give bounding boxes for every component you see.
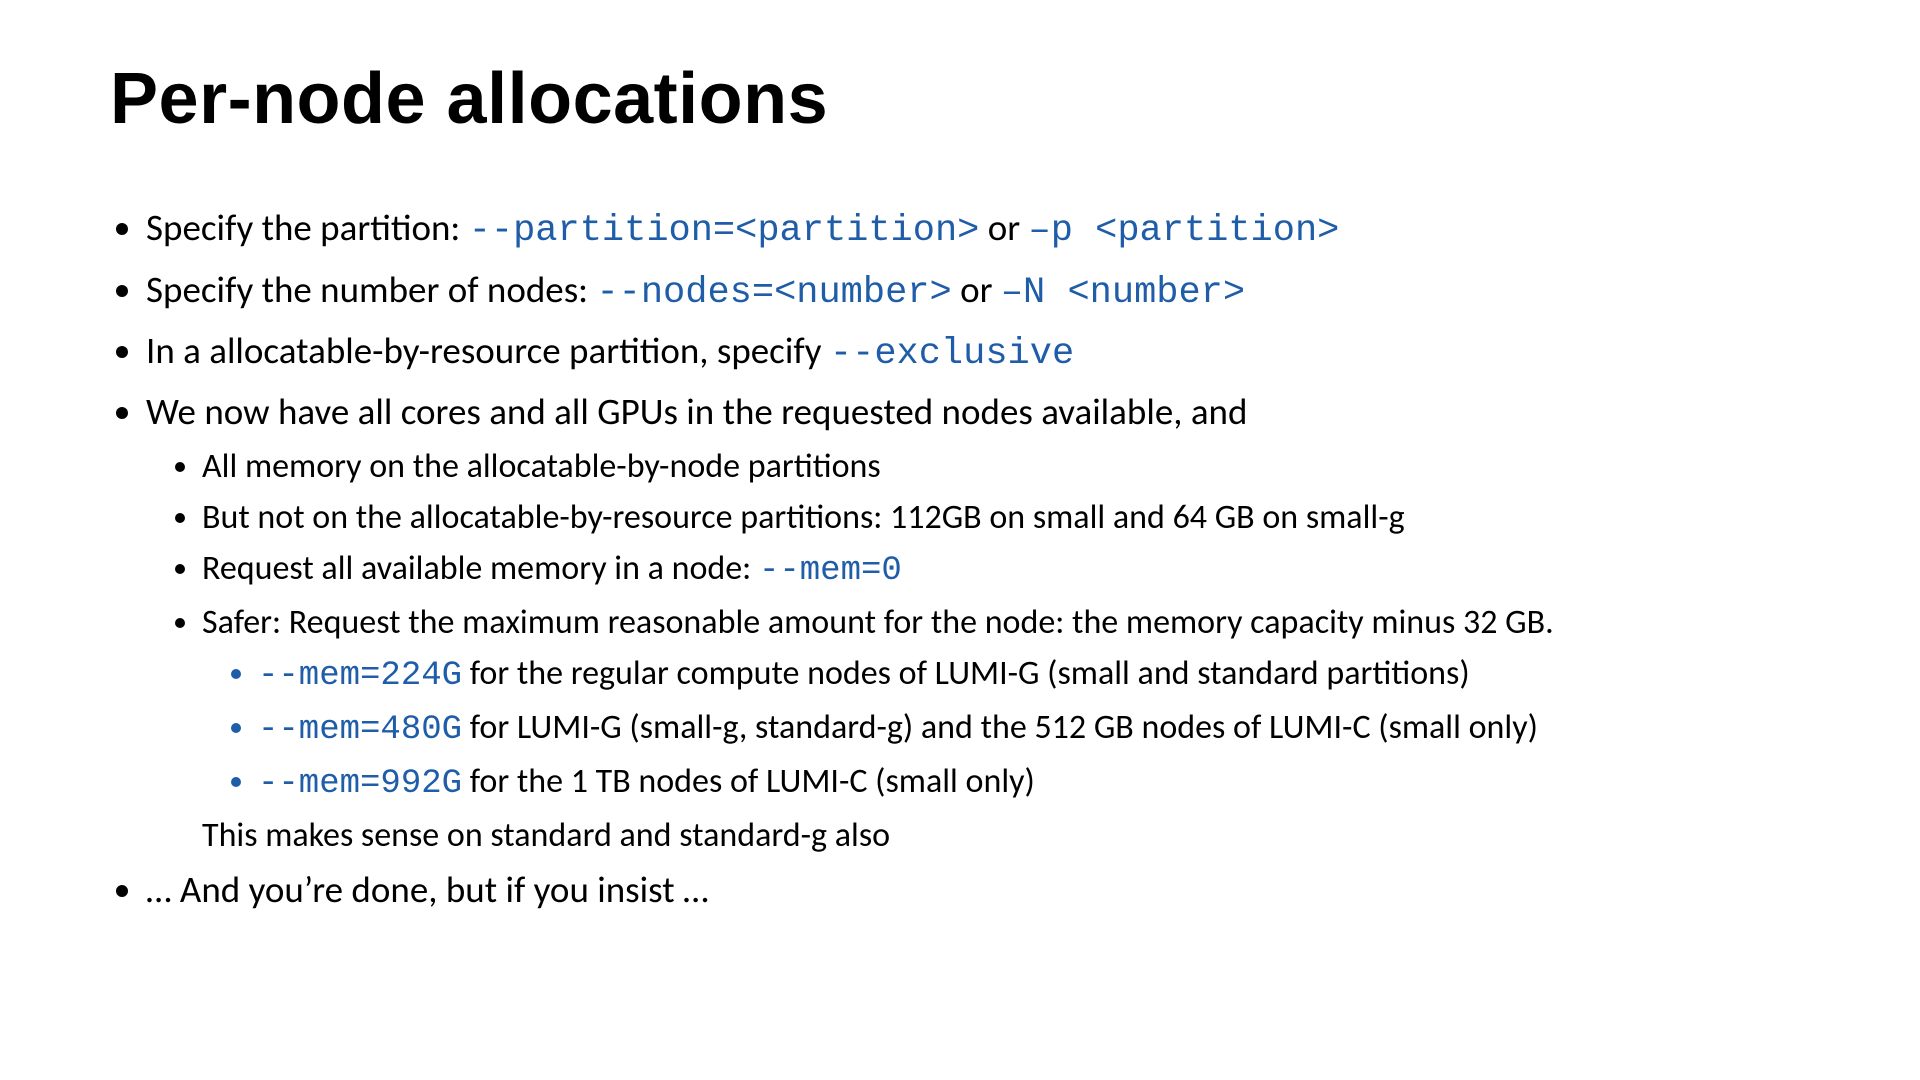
- code: --mem=992G: [258, 765, 462, 803]
- bullet-item: --mem=480G for LUMI-G (small-g, standard…: [258, 702, 1810, 756]
- bullet-item: Safer: Request the maximum reasonable am…: [202, 597, 1810, 861]
- code: --mem=480G: [258, 711, 462, 749]
- slide: Per-node allocations Specify the partiti…: [0, 0, 1920, 1080]
- text: Request all available memory in a node:: [202, 548, 759, 589]
- code: --partition=<partition>: [469, 210, 980, 252]
- text: Safer: Request the maximum reasonable am…: [202, 602, 1554, 643]
- bullet-item: --mem=992G for the 1 TB nodes of LUMI-C …: [258, 756, 1810, 810]
- code: --mem=224G: [258, 657, 462, 695]
- code: --mem=0: [759, 552, 902, 590]
- text: … And you’re done, but if you insist …: [146, 867, 709, 912]
- text: for the 1 TB nodes of LUMI-C (small only…: [462, 761, 1035, 802]
- code: –p <partition>: [1029, 210, 1340, 252]
- code: –N <number>: [1001, 272, 1245, 314]
- text: All memory on the allocatable-by-node pa…: [202, 446, 881, 487]
- text: In a allocatable-by-resource partition, …: [146, 328, 830, 373]
- bullet-item: But not on the allocatable-by-resource p…: [202, 492, 1810, 543]
- text: or: [952, 267, 1001, 312]
- bullet-item: Specify the number of nodes: --nodes=<nu…: [146, 261, 1810, 322]
- text: for LUMI-G (small-g, standard-g) and the…: [462, 707, 1538, 748]
- text: Specify the number of nodes:: [146, 267, 596, 312]
- bullet-item: In a allocatable-by-resource partition, …: [146, 322, 1810, 383]
- slide-title: Per-node allocations: [110, 60, 1810, 139]
- bullet-item: Specify the partition: --partition=<part…: [146, 199, 1810, 260]
- bullet-item: All memory on the allocatable-by-node pa…: [202, 441, 1810, 492]
- code: --exclusive: [830, 333, 1074, 375]
- text: But not on the allocatable-by-resource p…: [202, 497, 1405, 538]
- text: for the regular compute nodes of LUMI-G …: [462, 653, 1470, 694]
- bullet-list: --mem=224G for the regular compute nodes…: [202, 648, 1810, 810]
- text: Specify the partition:: [146, 205, 469, 250]
- bullet-item: … And you’re done, but if you insist …: [146, 861, 1810, 918]
- bullet-item: We now have all cores and all GPUs in th…: [146, 383, 1810, 860]
- bullet-item: --mem=224G for the regular compute nodes…: [258, 648, 1810, 702]
- code: --nodes=<number>: [596, 272, 951, 314]
- bullet-list: Specify the partition: --partition=<part…: [110, 199, 1810, 918]
- text: We now have all cores and all GPUs in th…: [146, 389, 1247, 434]
- bullet-item: Request all available memory in a node: …: [202, 543, 1810, 597]
- text: This makes sense on standard and standar…: [202, 810, 1810, 861]
- bullet-list: All memory on the allocatable-by-node pa…: [146, 441, 1810, 861]
- text: or: [979, 205, 1028, 250]
